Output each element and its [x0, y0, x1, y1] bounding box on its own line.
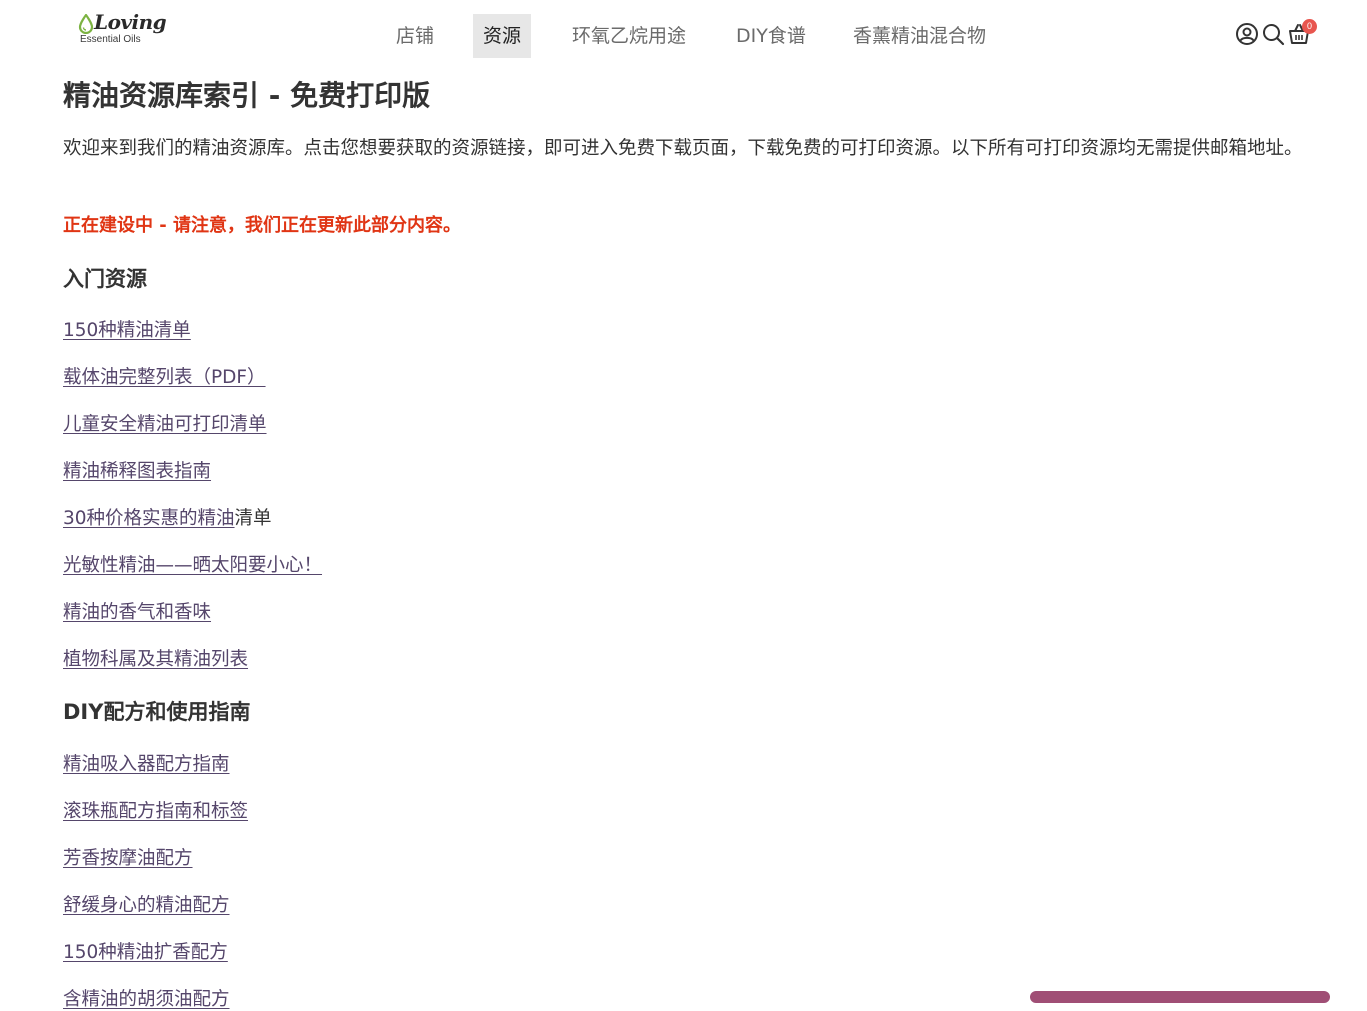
- construction-notice: 正在建设中 - 请注意，我们正在更新此部分内容。: [63, 215, 462, 236]
- logo-word: Loving: [94, 10, 167, 34]
- link-dilution-chart[interactable]: 精油稀释图表指南: [63, 457, 211, 483]
- page-title: 精油资源库索引 - 免费打印版: [63, 79, 431, 112]
- oil-drop-icon: [78, 14, 94, 34]
- link-30-affordable-oils-wrap: 30种价格实惠的精油清单: [63, 504, 272, 530]
- link-roller-bottle-recipes[interactable]: 滚珠瓶配方指南和标签: [63, 797, 248, 823]
- nav-item-shop[interactable]: 店铺: [396, 14, 434, 58]
- link-diffuser-recipes[interactable]: 150种精油扩香配方: [63, 938, 228, 964]
- cart-count-badge: 0: [1302, 19, 1317, 34]
- logo-subtitle: Essential Oils: [80, 34, 141, 45]
- link-plant-families[interactable]: 植物科属及其精油列表: [63, 645, 248, 671]
- nav-item-resources[interactable]: 资源: [473, 14, 532, 58]
- link-beard-oil-recipes[interactable]: 含精油的胡须油配方: [63, 985, 230, 1011]
- search-icon[interactable]: [1261, 22, 1287, 54]
- link-30-affordable-oils-tail: 清单: [234, 508, 272, 529]
- site-logo[interactable]: Loving Essential Oils: [78, 10, 167, 56]
- intro-paragraph: 欢迎来到我们的精油资源库。点击您想要获取的资源链接，即可进入免费下载页面，下载免…: [63, 138, 1303, 159]
- link-carrier-oils-pdf[interactable]: 载体油完整列表（PDF）: [63, 363, 266, 389]
- link-inhaler-recipes[interactable]: 精油吸入器配方指南: [63, 750, 230, 776]
- nav-item-aroma-blends[interactable]: 香薰精油混合物: [853, 14, 986, 58]
- chat-widget-peek[interactable]: [1030, 991, 1330, 1003]
- link-massage-oil-recipes[interactable]: 芳香按摩油配方: [63, 844, 193, 870]
- section-heading-getting-started: 入门资源: [63, 267, 147, 291]
- link-photosensitive-oils[interactable]: 光敏性精油——晒太阳要小心！: [63, 551, 322, 577]
- account-icon[interactable]: [1235, 22, 1261, 54]
- link-kid-safe-oils[interactable]: 儿童安全精油可打印清单: [63, 410, 267, 436]
- section-heading-diy-recipes: DIY配方和使用指南: [63, 700, 251, 724]
- cart-icon[interactable]: 0: [1287, 19, 1317, 54]
- link-30-affordable-oils[interactable]: 30种价格实惠的精油: [63, 508, 235, 529]
- nav-item-ethylene-oxide[interactable]: 环氧乙烷用途: [572, 14, 686, 58]
- link-150-oils-list[interactable]: 150种精油清单: [63, 316, 191, 342]
- site-header: Loving Essential Oils 店铺 资源 环氧乙烷用途 DIY食谱…: [0, 0, 1367, 72]
- link-oil-aromas[interactable]: 精油的香气和香味: [63, 598, 211, 624]
- link-calming-recipes[interactable]: 舒缓身心的精油配方: [63, 891, 230, 917]
- nav-item-diy-recipes[interactable]: DIY食谱: [736, 14, 806, 58]
